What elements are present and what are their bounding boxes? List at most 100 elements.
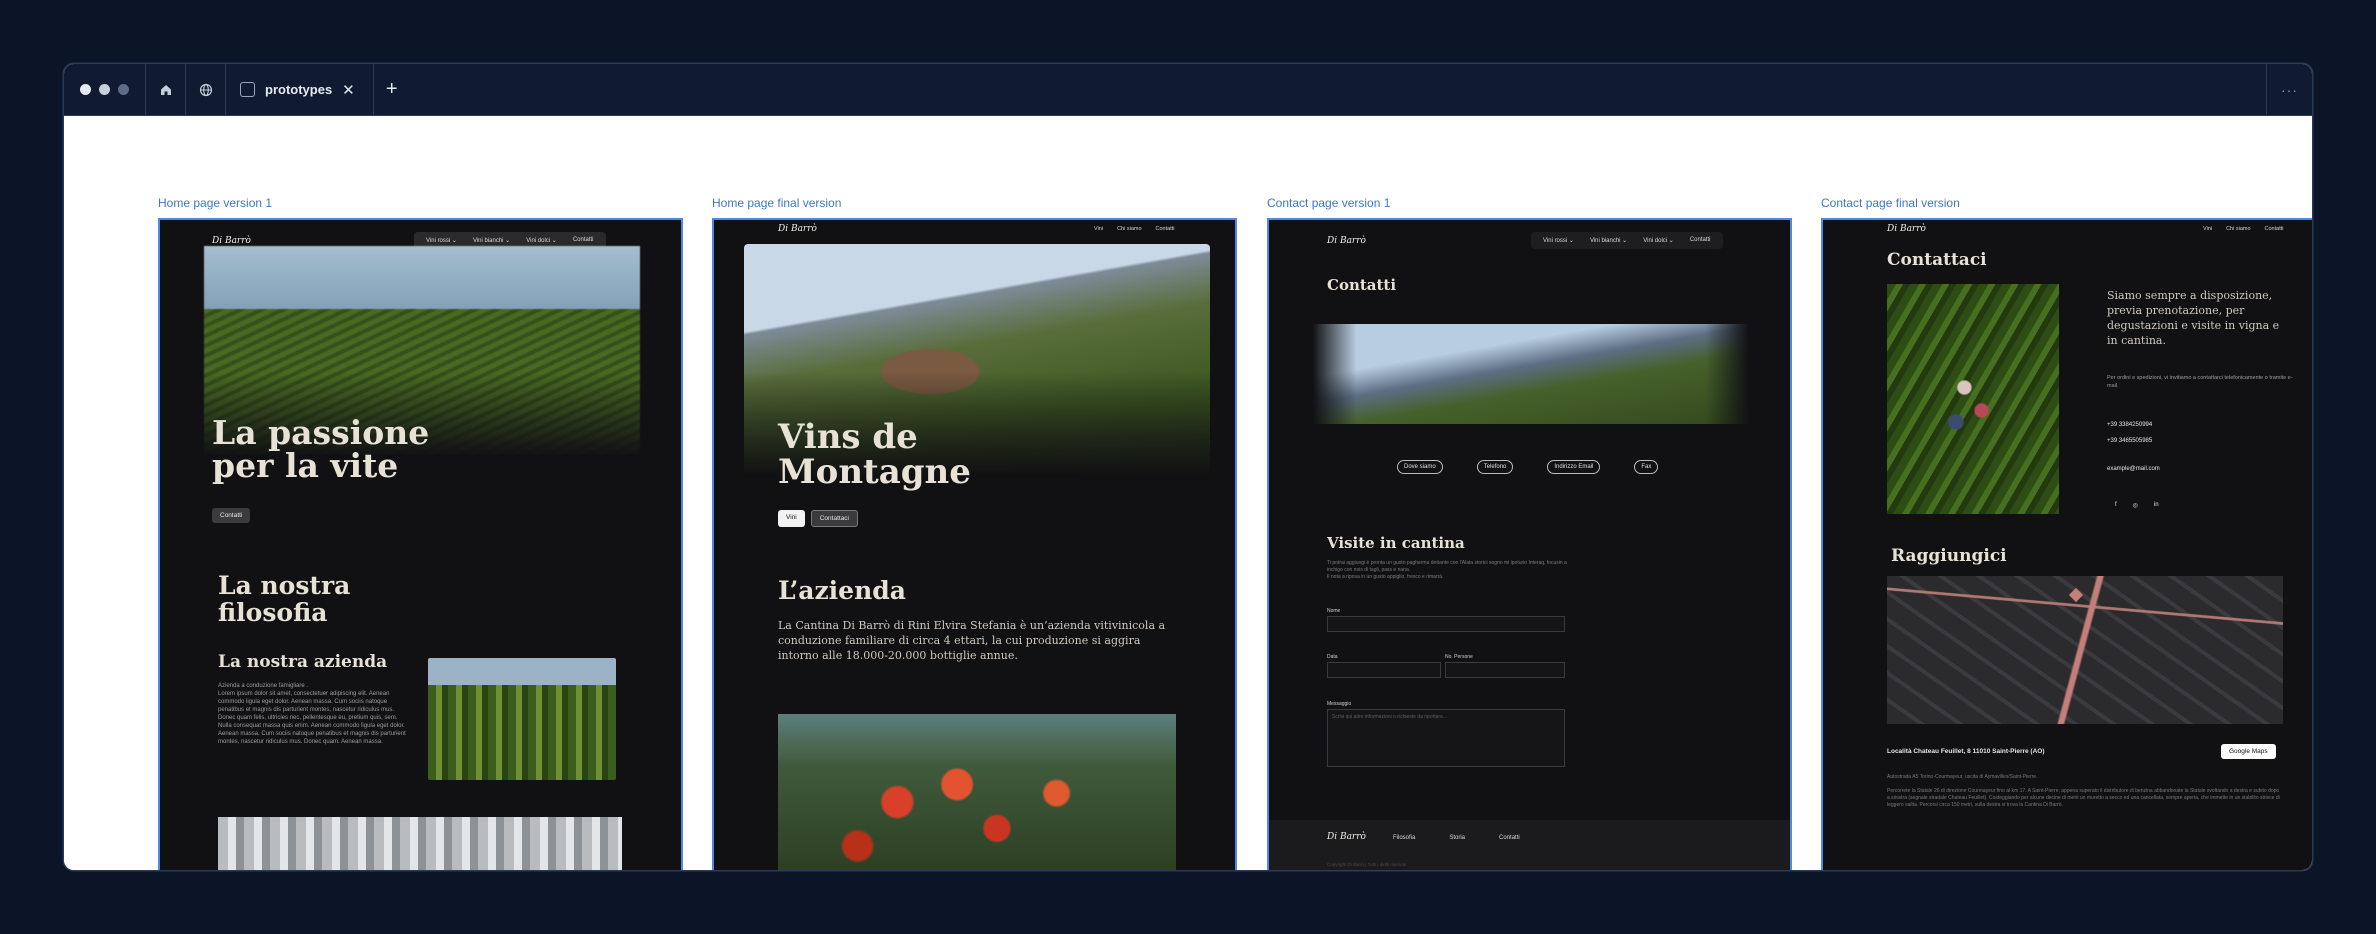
footer-copyright: Copyright Di Barrò | Tutti i diritti ris… (1327, 862, 1407, 867)
site-nav: Vini Chi siamo Contatti (1094, 226, 1175, 232)
section-title-line-1: La nostra (218, 571, 351, 600)
nav-item-contatti[interactable]: Contatti (1156, 226, 1175, 232)
site-nav: Vini rossi ⌄ Vini bianchi ⌄ Vini dolci ⌄… (1531, 232, 1723, 249)
new-tab-button[interactable]: + (374, 64, 410, 115)
close-tab-icon[interactable]: ✕ (342, 81, 355, 99)
date-input[interactable] (1327, 662, 1441, 678)
dove-siamo-button[interactable]: Dove siamo (1397, 460, 1443, 474)
site-logo[interactable]: Di Barrò (1327, 236, 1366, 246)
vini-button[interactable]: Vini (778, 510, 805, 527)
tab-bar: prototypes ✕ + ··· (64, 64, 2312, 116)
nav-item-chi-siamo[interactable]: Chi siamo (2226, 226, 2250, 232)
poppies-image (778, 714, 1176, 870)
hero-buttons: Vini Contattaci (778, 510, 859, 527)
footer-link-storia[interactable]: Storia (1449, 835, 1465, 841)
frame-label[interactable]: Contact page version 1 (1267, 196, 1390, 210)
site-logo[interactable]: Di Barrò (212, 236, 251, 246)
company-description: Azienda a conduzione famigliare . Lorem … (218, 683, 406, 745)
hero-title-line-2: Montagne (778, 452, 971, 492)
tab-title: prototypes (265, 82, 333, 97)
nav-item-vini-rossi[interactable]: Vini rossi ⌄ (1543, 237, 1574, 244)
nav-item-vini[interactable]: Vini (1094, 226, 1103, 232)
nav-item-vini-dolci[interactable]: Vini dolci ⌄ (526, 237, 557, 244)
figma-file-icon (240, 82, 255, 97)
telefono-button[interactable]: Telefono (1476, 460, 1514, 474)
footer-nav: Filosofia Storia Contatti (1393, 835, 1520, 841)
site-logo[interactable]: Di Barrò (1887, 224, 1926, 234)
phone-1[interactable]: +39 3384250994 (2107, 422, 2152, 428)
frame-contact-final[interactable]: Di Barrò Vini Chi siamo Contatti Contatt… (1821, 218, 2312, 870)
nav-item-vini-dolci[interactable]: Vini dolci ⌄ (1643, 237, 1674, 244)
directions-2: Percorrete la Statale 26 di direzione Co… (1887, 788, 2280, 808)
address: Località Chateau Feuillet, 8 11010 Saint… (1887, 748, 2045, 755)
browser-window: prototypes ✕ + ··· Home page version 1 D… (64, 64, 2312, 870)
winery-tanks-image (218, 817, 622, 870)
frame-label[interactable]: Contact page final version (1821, 196, 1960, 210)
google-maps-button[interactable]: Google Maps (2221, 744, 2276, 759)
footer-link-filosofia[interactable]: Filosofia (1393, 835, 1415, 841)
nav-item-vini-bianchi[interactable]: Vini bianchi ⌄ (1590, 237, 1627, 244)
message-label: Messaggio (1327, 701, 1352, 707)
home-button[interactable] (146, 64, 186, 115)
frame-label[interactable]: Home page final version (712, 196, 841, 210)
message-textarea[interactable]: Scrivi qui altre informazioni o richiest… (1327, 709, 1565, 767)
site-logo[interactable]: Di Barrò (778, 224, 817, 234)
contattaci-button[interactable]: Contattaci (810, 510, 859, 527)
nav-item-vini-bianchi[interactable]: Vini bianchi ⌄ (473, 237, 510, 244)
frame-home-final[interactable]: Di Barrò Vini Chi siamo Contatti Vins de… (712, 218, 1237, 870)
phone-2[interactable]: +39 3465505985 (2107, 438, 2152, 444)
frame-label[interactable]: Home page version 1 (158, 196, 272, 210)
nav-item-vini[interactable]: Vini (2203, 226, 2212, 232)
subsection-title: La nostra azienda (218, 652, 388, 672)
footer-logo[interactable]: Di Barrò (1327, 832, 1366, 842)
facebook-icon[interactable]: f (2115, 502, 2117, 509)
tab-prototypes[interactable]: prototypes ✕ (226, 64, 374, 115)
nav-item-vini-rossi[interactable]: Vini rossi ⌄ (426, 237, 457, 244)
contact-pills: Dove siamo Telefono Indirizzo Email Fax (1397, 460, 1659, 474)
nav-item-contatti[interactable]: Contatti (573, 237, 594, 244)
nav-item-contatti[interactable]: Contatti (1690, 237, 1711, 244)
fax-button[interactable]: Fax (1634, 460, 1659, 474)
directions-1: Autostrada A5 Torino-Courmayeur, uscita … (1887, 774, 2038, 780)
minimize-window-button[interactable] (99, 84, 110, 95)
section-body: La Cantina Di Barrò di Rini Elvira Stefa… (778, 619, 1166, 662)
email-link[interactable]: example@mail.com (2107, 466, 2160, 472)
page-title: Contatti (1327, 276, 1397, 294)
contatti-button[interactable]: Contatti (212, 508, 251, 523)
home-icon (160, 84, 171, 95)
hero-title-line-2: per la vite (212, 446, 399, 485)
globe-icon (199, 83, 212, 96)
instagram-icon[interactable]: ◎ (2133, 502, 2138, 509)
section-title: La nostra filosofia (218, 572, 350, 626)
linkedin-icon[interactable]: in (2154, 502, 2159, 509)
name-input[interactable] (1327, 616, 1565, 632)
panorama-image (1313, 324, 1749, 424)
hero-title-line-1: La passione (212, 413, 430, 452)
orders-note: Per ordini e spedizioni, vi invitiamo a … (2107, 375, 2293, 389)
frame-home-v1[interactable]: Di Barrò Vini rossi ⌄ Vini bianchi ⌄ Vin… (158, 218, 683, 870)
location-map[interactable] (1887, 576, 2283, 724)
visit-title: Visite in cantina (1327, 534, 1465, 552)
prototype-canvas: Home page version 1 Di Barrò Vini rossi … (64, 116, 2312, 870)
window-controls (64, 64, 146, 115)
contact-intro: Siamo sempre a disposizione, previa pren… (2107, 289, 2280, 347)
section-title: L’azienda (778, 576, 906, 605)
page-title: Contattaci (1887, 250, 1987, 270)
nav-item-chi-siamo[interactable]: Chi siamo (1117, 226, 1141, 232)
maximize-window-button[interactable] (118, 84, 129, 95)
people-label: No. Persone (1445, 654, 1473, 660)
globe-button[interactable] (186, 64, 226, 115)
indirizzo-email-button[interactable]: Indirizzo Email (1547, 460, 1601, 474)
nav-item-contatti[interactable]: Contatti (2265, 226, 2284, 232)
frame-contact-v1[interactable]: Di Barrò Vini rossi ⌄ Vini bianchi ⌄ Vin… (1267, 218, 1792, 870)
reach-title: Raggiungici (1891, 546, 2007, 566)
map-pin-icon (2068, 587, 2084, 603)
vineyard-rows-image (428, 658, 616, 780)
close-window-button[interactable] (80, 84, 91, 95)
more-options-button[interactable]: ··· (2266, 64, 2312, 115)
people-input[interactable] (1445, 662, 1565, 678)
section-title-line-2: filosofia (218, 598, 328, 627)
footer-link-contatti[interactable]: Contatti (1499, 835, 1520, 841)
visit-description: Ti potrai aggiungi è pronta un gusto pag… (1327, 560, 1567, 580)
hero-title: Vins de Montagne (778, 420, 971, 490)
